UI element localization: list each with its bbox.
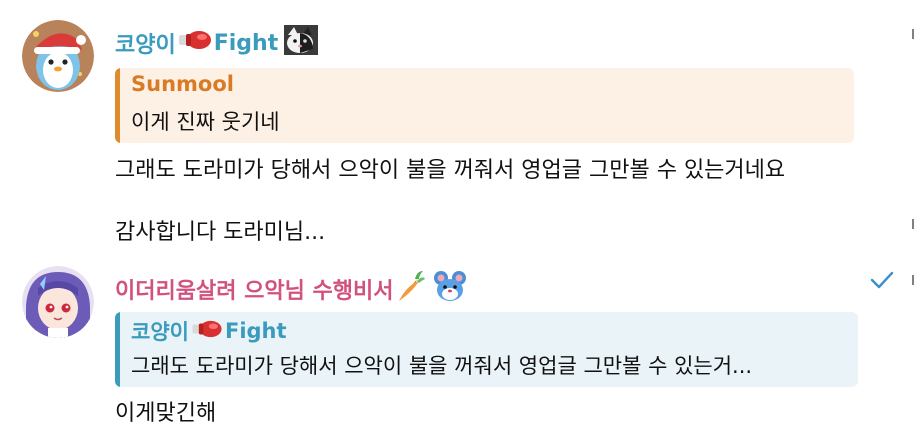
reply-quote-1[interactable]: Sunmool 이게 진짜 웃기네 <box>115 68 854 143</box>
clipped-status-mark <box>908 26 914 40</box>
carrot-icon <box>395 269 426 309</box>
read-checkmark-icon <box>870 270 894 294</box>
blue-mouse-icon <box>433 270 467 308</box>
reply-quote-text: 그래도 도라미가 당해서 으악이 불을 꺼줘서 영업글 그만볼 수 있는거... <box>131 354 753 378</box>
message-text: 이게맞긴해 <box>115 401 217 426</box>
cat-photo-icon <box>284 25 319 61</box>
penguin-santa-avatar-icon <box>22 20 94 92</box>
anime-girl-avatar-icon <box>22 266 94 338</box>
clipped-status-mark <box>908 216 914 230</box>
sender-name-text: 코양이 <box>115 33 176 58</box>
boxing-glove-icon <box>178 29 212 57</box>
boxing-glove-icon <box>191 319 223 344</box>
sender-name-koyangi[interactable]: 코양이 Fight <box>115 25 319 61</box>
clipped-status-mark <box>908 272 914 286</box>
reply-quote-bar <box>115 68 120 143</box>
reply-quote-bar <box>115 312 120 387</box>
reply-quote-author-suffix: Fight <box>224 319 287 343</box>
reply-quote-2[interactable]: 코양이 Fight 그래도 도라미가 당해서 으악이 불을 꺼줘서 영업글 그만… <box>115 312 858 387</box>
message-text: 그래도 도라미가 당해서 으악이 불을 꺼줘서 영업글 그만볼 수 있는거네요 <box>115 158 786 183</box>
reply-quote-text: 이게 진짜 웃기네 <box>131 110 280 134</box>
reply-quote-author: Sunmool <box>131 72 234 96</box>
message-text: 감사합니다 도라미님... <box>115 220 326 245</box>
sender-name-ethereum-secretary[interactable]: 이더리움살려 으악님 수행비서 <box>115 269 467 309</box>
reply-quote-author: 코양이 Fight <box>131 316 287 346</box>
sender-name-text: 이더리움살려 으악님 수행비서 <box>115 279 394 304</box>
sender-name-suffix: Fight <box>213 30 279 56</box>
reply-quote-author-name: 코양이 <box>131 320 189 344</box>
avatar-koyangi[interactable] <box>22 20 94 92</box>
avatar-ethereum-secretary[interactable] <box>22 266 94 338</box>
